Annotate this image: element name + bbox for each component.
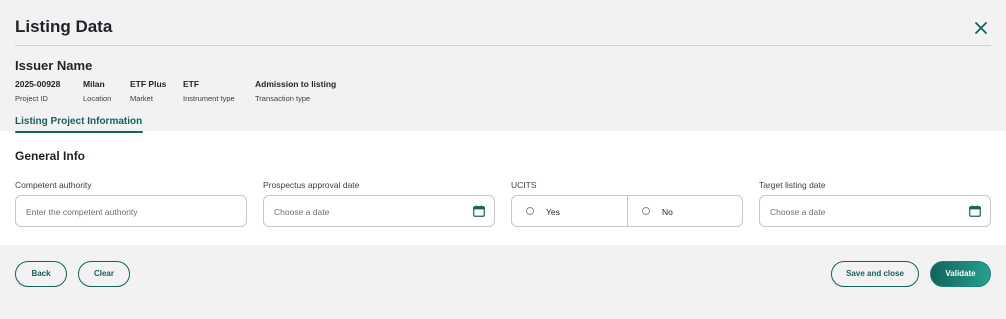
close-icon[interactable]	[970, 17, 992, 39]
meta-label: Instrument type	[183, 94, 235, 103]
tab-listing-project-information[interactable]: Listing Project Information	[15, 116, 142, 127]
meta-label: Location	[83, 94, 112, 103]
general-info-panel	[0, 131, 1006, 245]
meta-value: 2025-00928	[15, 79, 61, 89]
meta-value: Milan	[83, 79, 105, 89]
ucits-option-no[interactable]: No	[628, 196, 740, 226]
prospectus-approval-date-label: Prospectus approval date	[263, 180, 360, 190]
page-title: Listing Data	[15, 17, 113, 36]
calendar-icon[interactable]	[969, 205, 981, 217]
prospectus-approval-date-input[interactable]: Choose a date	[263, 195, 495, 227]
target-listing-date-label: Target listing date	[759, 180, 826, 190]
meta-value: Admission to listing	[255, 79, 337, 89]
competent-authority-input[interactable]: Enter the competent authority	[15, 195, 247, 227]
target-listing-date-input[interactable]: Choose a date	[759, 195, 991, 227]
meta-label: Project ID	[15, 94, 48, 103]
issuer-name: Issuer Name	[15, 58, 93, 73]
meta-value: ETF Plus	[130, 79, 167, 89]
close-button[interactable]	[970, 17, 992, 39]
validate-button[interactable]: Validate	[930, 261, 991, 287]
ucits-option-yes[interactable]: Yes	[512, 196, 624, 226]
clear-button[interactable]: Clear	[78, 261, 130, 287]
ucits-label: UCITS	[511, 180, 537, 190]
competent-authority-placeholder: Enter the competent authority	[26, 207, 138, 217]
calendar-icon[interactable]	[473, 205, 485, 217]
back-button[interactable]: Back	[15, 261, 67, 287]
competent-authority-label: Competent authority	[15, 180, 92, 190]
meta-instrument-type: ETF Instrument type	[183, 79, 235, 103]
ucits-option-label: No	[662, 207, 673, 217]
section-title: General Info	[15, 149, 86, 163]
radio-button[interactable]	[526, 207, 534, 215]
radio-button[interactable]	[642, 207, 650, 215]
ucits-option-label: Yes	[546, 207, 560, 217]
meta-project-id: 2025-00928 Project ID	[15, 79, 60, 103]
meta-label: Transaction type	[255, 94, 311, 103]
save-and-close-button[interactable]: Save and close	[831, 261, 919, 287]
dialog-header: Listing Data Issuer Name 2025-00928 Proj…	[0, 0, 1006, 131]
prospectus-approval-date-placeholder: Choose a date	[274, 207, 330, 217]
meta-label: Market	[130, 94, 153, 103]
meta-market: ETF Plus Market	[130, 79, 166, 103]
target-listing-date-placeholder: Choose a date	[770, 207, 826, 217]
ucits-radio-group: Yes No	[511, 195, 743, 227]
meta-location: Milan Location	[83, 79, 111, 103]
meta-transaction-type: Admission to listing Transaction type	[255, 79, 336, 103]
header-divider	[15, 45, 991, 46]
meta-value: ETF	[183, 79, 200, 89]
active-tab-indicator	[15, 131, 143, 133]
